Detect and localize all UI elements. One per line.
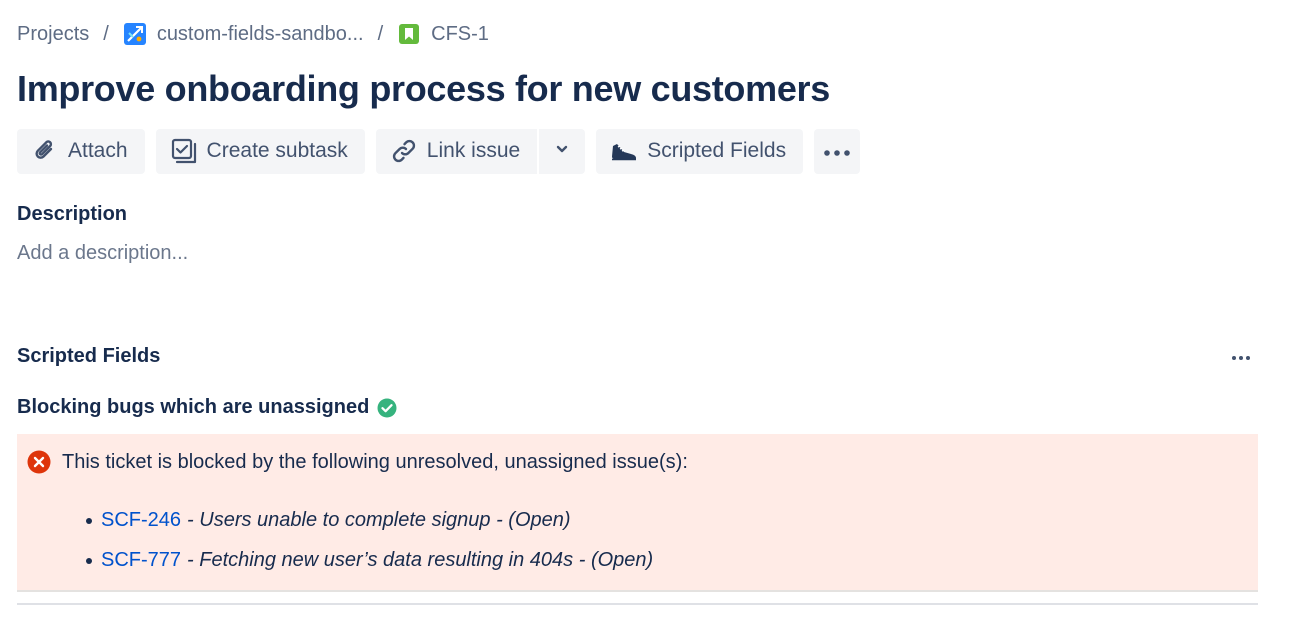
link-issue-label: Link issue	[426, 139, 521, 162]
link-issue-button[interactable]: Link issue	[375, 128, 538, 174]
bullet	[86, 518, 92, 524]
blocking-issue-list: SCF-246 - Users unable to complete signu…	[86, 500, 654, 580]
divider	[17, 603, 1258, 605]
issue-link[interactable]: SCF-777	[101, 549, 181, 572]
scripted-fields-more-button[interactable]	[1228, 346, 1254, 368]
chevron-down-icon	[554, 139, 570, 163]
story-icon	[397, 22, 421, 46]
link-issue-group: Link issue	[375, 128, 586, 174]
scripted-fields-heading: Scripted Fields	[17, 345, 161, 367]
subtask-icon	[170, 137, 198, 165]
error-circle-icon	[27, 450, 51, 474]
attach-button[interactable]: Attach	[17, 128, 145, 174]
more-horizontal-icon	[823, 139, 851, 163]
breadcrumb-issue[interactable]: CFS-1	[397, 22, 489, 46]
list-item: SCF-777 - Fetching new user’s data resul…	[86, 540, 654, 580]
bullet	[86, 558, 92, 564]
attach-label: Attach	[68, 139, 128, 162]
more-horizontal-icon	[1231, 348, 1251, 366]
shoe-icon	[610, 137, 638, 165]
create-subtask-button[interactable]: Create subtask	[155, 128, 365, 174]
link-issue-dropdown-button[interactable]	[539, 128, 586, 174]
field-name-label: Blocking bugs which are unassigned	[17, 396, 370, 418]
issue-summary: - Fetching new user’s data resulting in …	[187, 548, 654, 571]
issue-link[interactable]: SCF-246	[101, 509, 181, 532]
more-actions-button[interactable]	[814, 128, 861, 174]
scripted-fields-button[interactable]: Scripted Fields	[596, 128, 804, 174]
paperclip-icon	[31, 137, 59, 165]
scripted-fields-label: Scripted Fields	[647, 139, 787, 162]
issue-summary: - Users unable to complete signup - (Ope…	[187, 508, 571, 531]
create-subtask-label: Create subtask	[206, 139, 348, 162]
list-item: SCF-246 - Users unable to complete signu…	[86, 500, 653, 540]
breadcrumb-project-label: custom-fields-sandbo...	[156, 22, 364, 45]
breadcrumb-separator: /	[103, 22, 109, 45]
description-field[interactable]: Add a description...	[17, 242, 188, 265]
issue-toolbar: Attach Create subtask Link issue Scripte…	[17, 128, 871, 174]
error-message: This ticket is blocked by the following …	[27, 450, 688, 474]
project-avatar-icon	[123, 22, 147, 46]
field-name: Blocking bugs which are unassigned	[17, 396, 397, 419]
breadcrumb-separator: /	[377, 22, 384, 45]
breadcrumb-projects[interactable]: Projects	[17, 23, 89, 46]
breadcrumb-issue-label: CFS-1	[431, 22, 489, 45]
error-panel: This ticket is blocked by the following …	[17, 434, 1258, 592]
link-icon	[390, 137, 418, 165]
description-label: Description	[17, 203, 128, 225]
check-circle-icon	[377, 398, 397, 418]
breadcrumb: Projects / custom-fields-sandbo... / CFS…	[17, 20, 489, 48]
error-message-text: This ticket is blocked by the following …	[62, 450, 688, 473]
issue-title[interactable]: Improve onboarding process for new custo…	[17, 68, 830, 110]
breadcrumb-project[interactable]: custom-fields-sandbo...	[123, 22, 364, 46]
